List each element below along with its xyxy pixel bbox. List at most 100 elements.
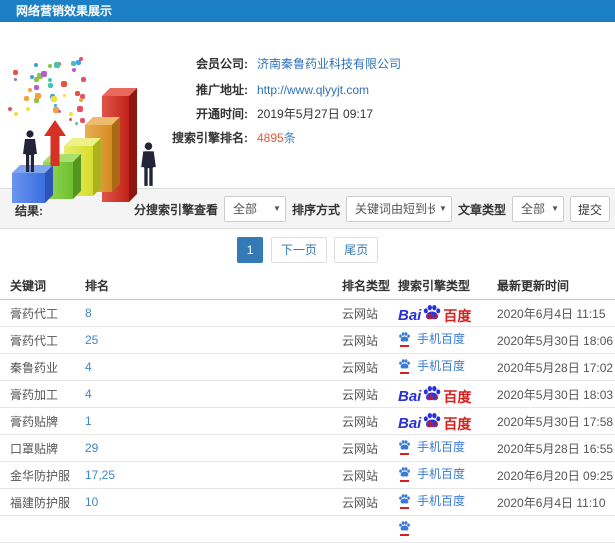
rank-type-cell: 云网站 <box>342 299 398 327</box>
updated-cell: 2020年5月30日 18:06 <box>497 326 615 354</box>
baidu-logo-bai: Bai <box>398 307 422 324</box>
confetti-dot <box>48 83 53 88</box>
confetti-dot <box>75 122 78 125</box>
info-label: 推广地址: <box>196 83 248 97</box>
baidu-logo-cn: 百度 <box>443 308 472 324</box>
rank-link[interactable]: 4 <box>85 387 92 401</box>
rank-cell: 25 <box>85 326 342 354</box>
baidu-logo-cn: 百度 <box>443 416 472 432</box>
confetti-dot <box>34 63 38 67</box>
baidu-logo-bai: Bai <box>398 388 422 405</box>
confetti-dot <box>58 110 61 113</box>
baidu-paw-icon <box>399 520 410 531</box>
article-type-wrap: 全部 ▼ <box>511 196 564 222</box>
marketing-chart-illustration <box>2 50 174 208</box>
confetti-dot <box>13 70 18 75</box>
table-row: 膏药代工 8 云网站 Bai du 百度 2020年6月4日 11:15 <box>0 299 615 327</box>
mobile-baidu-paw-icon <box>398 520 412 536</box>
column-header: 排名 <box>85 271 342 300</box>
bar-side-face <box>112 117 120 192</box>
info-value-link[interactable]: 济南秦鲁药业科技有限公司 <box>257 57 401 71</box>
sort-filter-label: 排序方式 <box>291 202 340 217</box>
rank-type-cell: 云网站 <box>342 380 398 408</box>
mobile-baidu-underline <box>400 371 409 374</box>
updated-cell: 2020年6月4日 11:15 <box>497 299 615 327</box>
baidu-logo-bai: Bai <box>398 415 422 432</box>
mobile-baidu-label: 手机百度 <box>417 332 466 347</box>
baidu-logo: Bai du 百度 <box>398 411 471 431</box>
mobile-baidu-paw-icon <box>398 331 412 347</box>
keyword-cell: 金华防护服 <box>0 461 85 489</box>
businessman-left <box>20 130 40 177</box>
sort-filter-select[interactable]: 关键词由短到长排序 <box>345 196 452 222</box>
rank-type-cell: 云网站 <box>342 407 398 435</box>
article-type-label: 文章类型 <box>457 202 506 217</box>
bar-side-face <box>129 88 137 202</box>
results-table: 关键词 排名 排名类型 搜索引擎类型 最新更新时间 膏药代工 8 云网站 Bai du 百度 202… <box>0 271 615 543</box>
confetti-dot <box>80 118 85 123</box>
info-row: 搜索引擎排名: 4895条 <box>160 130 296 146</box>
engine-cell: 手机百度 <box>398 461 497 489</box>
page-button-last[interactable]: 尾页 <box>334 237 379 263</box>
mobile-baidu-paw-icon <box>398 466 412 482</box>
mobile-baidu-logo: 手机百度 <box>398 465 465 482</box>
confetti-dot <box>61 81 67 87</box>
confetti-dot <box>28 88 32 92</box>
keyword-cell: 秦鲁药业 <box>0 353 85 381</box>
mobile-baidu-logo: 手机百度 <box>398 438 465 455</box>
submit-button[interactable]: 提交 <box>569 196 610 222</box>
updated-cell: 2020年6月20日 09:25 <box>497 461 615 489</box>
info-row: 推广地址: http://www.qlyyjt.com <box>160 82 369 98</box>
rank-cell: 17,25 <box>85 461 342 489</box>
table-row: 膏药贴牌 1 云网站 Bai du 百度 2020年5月30日 17:58 <box>0 407 615 435</box>
rank-cell: 10 <box>85 488 342 516</box>
rank-link[interactable]: 29 <box>85 441 98 455</box>
info-label: 开通时间: <box>196 107 248 121</box>
keyword-cell: 口罩贴牌 <box>0 434 85 462</box>
baidu-logo-du: du <box>426 311 438 321</box>
updated-cell: 2020年5月30日 18:03 <box>497 380 615 408</box>
engine-cell: 手机百度 <box>398 488 497 516</box>
baidu-paw-icon <box>399 467 410 477</box>
info-value-link[interactable]: http://www.qlyyjt.com <box>257 83 369 97</box>
info-label: 会员公司: <box>196 57 248 71</box>
rank-link[interactable]: 8 <box>85 306 92 320</box>
confetti-dot <box>51 96 57 102</box>
engine-filter-select[interactable]: 全部 <box>223 196 286 222</box>
confetti-dot <box>69 118 72 121</box>
pagination: 1 下一页 尾页 <box>0 237 615 263</box>
confetti-dot <box>75 91 80 96</box>
rank-link[interactable]: 25 <box>85 333 98 347</box>
rank-cell: 4 <box>85 380 342 408</box>
mobile-baidu-label: 手机百度 <box>417 440 466 455</box>
rank-type-cell: 云网站 <box>342 326 398 354</box>
rank-link[interactable]: 17,25 <box>85 468 115 482</box>
info-value: 2019年5月27日 09:17 <box>257 107 374 121</box>
mobile-baidu-logo: 手机百度 <box>398 492 465 509</box>
rank-cell: 8 <box>85 299 342 327</box>
rank-link[interactable]: 10 <box>85 495 98 509</box>
confetti-dot <box>24 96 29 101</box>
mobile-baidu-logo: 手机百度 <box>398 357 465 374</box>
mobile-baidu-label: 手机百度 <box>417 359 466 374</box>
confetti-dot <box>26 107 30 111</box>
article-type-select[interactable]: 全部 <box>511 196 564 222</box>
baidu-paw-icon: du <box>422 411 442 431</box>
table-row: 福建防护服 10 云网站 手机百度 2020年6月4日 11:10 <box>0 488 615 516</box>
confetti-dot <box>34 77 39 82</box>
keyword-cell: 膏药加工 <box>0 380 85 408</box>
keyword-cell: 膏药代工 <box>0 326 85 354</box>
rank-link[interactable]: 1 <box>85 414 92 428</box>
rank-count-unit: 条 <box>283 131 296 145</box>
page-button-next[interactable]: 下一页 <box>270 237 327 263</box>
mobile-baidu-logo <box>398 520 412 536</box>
page-button-current[interactable]: 1 <box>236 237 264 263</box>
table-row: 秦鲁药业 4 云网站 手机百度 2020年5月28日 17:02 <box>0 353 615 381</box>
engine-cell: Bai du 百度 <box>398 380 497 408</box>
rank-count-number: 4895 <box>257 131 284 145</box>
engine-cell: 手机百度 <box>398 353 497 381</box>
column-header: 排名类型 <box>342 271 398 300</box>
baidu-logo: Bai du 百度 <box>398 384 471 404</box>
rank-link[interactable]: 4 <box>85 360 92 374</box>
info-label: 搜索引擎排名: <box>172 131 248 145</box>
